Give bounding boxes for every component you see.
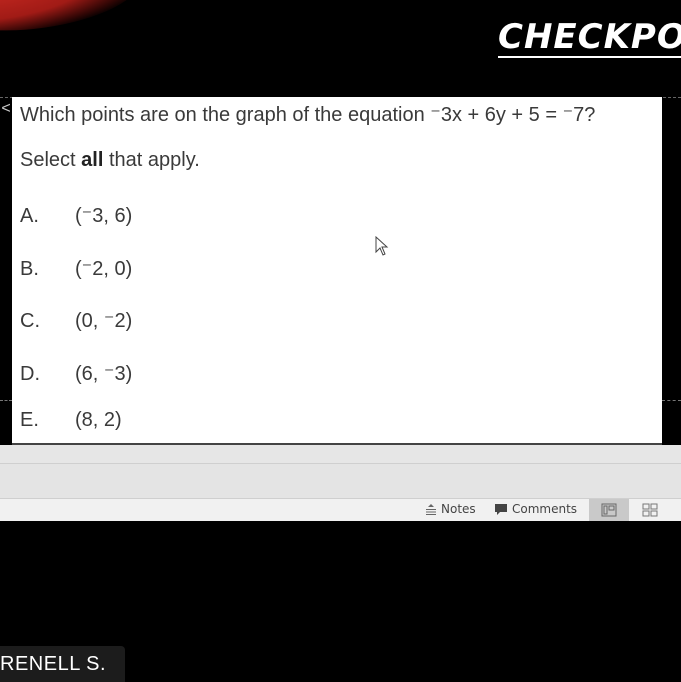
answer-option-e[interactable]: E. (8, 2)	[20, 409, 122, 432]
slide-sorter-button[interactable]	[638, 499, 662, 521]
notes-button[interactable]: Notes	[425, 502, 476, 516]
participant-name-tag: RENELL S.	[0, 646, 125, 682]
option-letter: B.	[20, 258, 39, 280]
slide-sorter-icon	[642, 503, 658, 517]
question-instruction: Select all that apply.	[20, 149, 200, 172]
slide-decoration-swoosh	[0, 0, 144, 42]
question-prefix: Which points are on the graph of the equ…	[20, 104, 431, 126]
option-value: (⁻3, 6)	[75, 205, 133, 227]
back-chevron-icon[interactable]: <	[0, 100, 12, 118]
notes-label: Notes	[441, 502, 476, 516]
question-prompt: Which points are on the graph of the equ…	[20, 102, 595, 127]
option-letter: E.	[20, 409, 39, 431]
answer-option-b[interactable]: B. (⁻2, 0)	[20, 256, 132, 281]
comment-bubble-icon	[495, 503, 507, 515]
notes-pane[interactable]	[0, 464, 681, 499]
option-letter: D.	[20, 363, 40, 385]
answer-option-a[interactable]: A. (⁻3, 6)	[20, 203, 132, 228]
slide-title: CHECKPO	[498, 18, 681, 58]
instruction-emphasis: all	[81, 149, 104, 171]
normal-view-button[interactable]	[589, 499, 629, 521]
normal-view-icon	[601, 503, 617, 517]
option-value: (8, 2)	[75, 409, 122, 431]
option-value: (6, ⁻3)	[75, 363, 133, 385]
comments-button[interactable]: Comments	[494, 502, 577, 516]
instruction-suffix: that apply.	[103, 149, 200, 171]
option-letter: A.	[20, 205, 39, 227]
comments-label: Comments	[512, 502, 578, 516]
instruction-prefix: Select	[20, 149, 82, 171]
option-value: (0, ⁻2)	[75, 310, 133, 332]
slide-boundary-right	[662, 400, 681, 401]
answer-option-c[interactable]: C. (0, ⁻2)	[20, 308, 132, 333]
question-panel: Which points are on the graph of the equ…	[12, 97, 662, 445]
slide-boundary-left	[0, 400, 12, 401]
slide-pane-bottom	[0, 445, 681, 464]
question-equation: ⁻3x + 6y + 5 = ⁻7?	[430, 104, 596, 126]
answer-option-d[interactable]: D. (6, ⁻3)	[20, 361, 132, 386]
status-bar: Notes Comments	[0, 499, 681, 521]
option-letter: C.	[20, 310, 40, 332]
option-value: (⁻2, 0)	[75, 258, 133, 280]
notes-icon	[426, 504, 436, 515]
mouse-cursor-icon	[375, 236, 389, 256]
